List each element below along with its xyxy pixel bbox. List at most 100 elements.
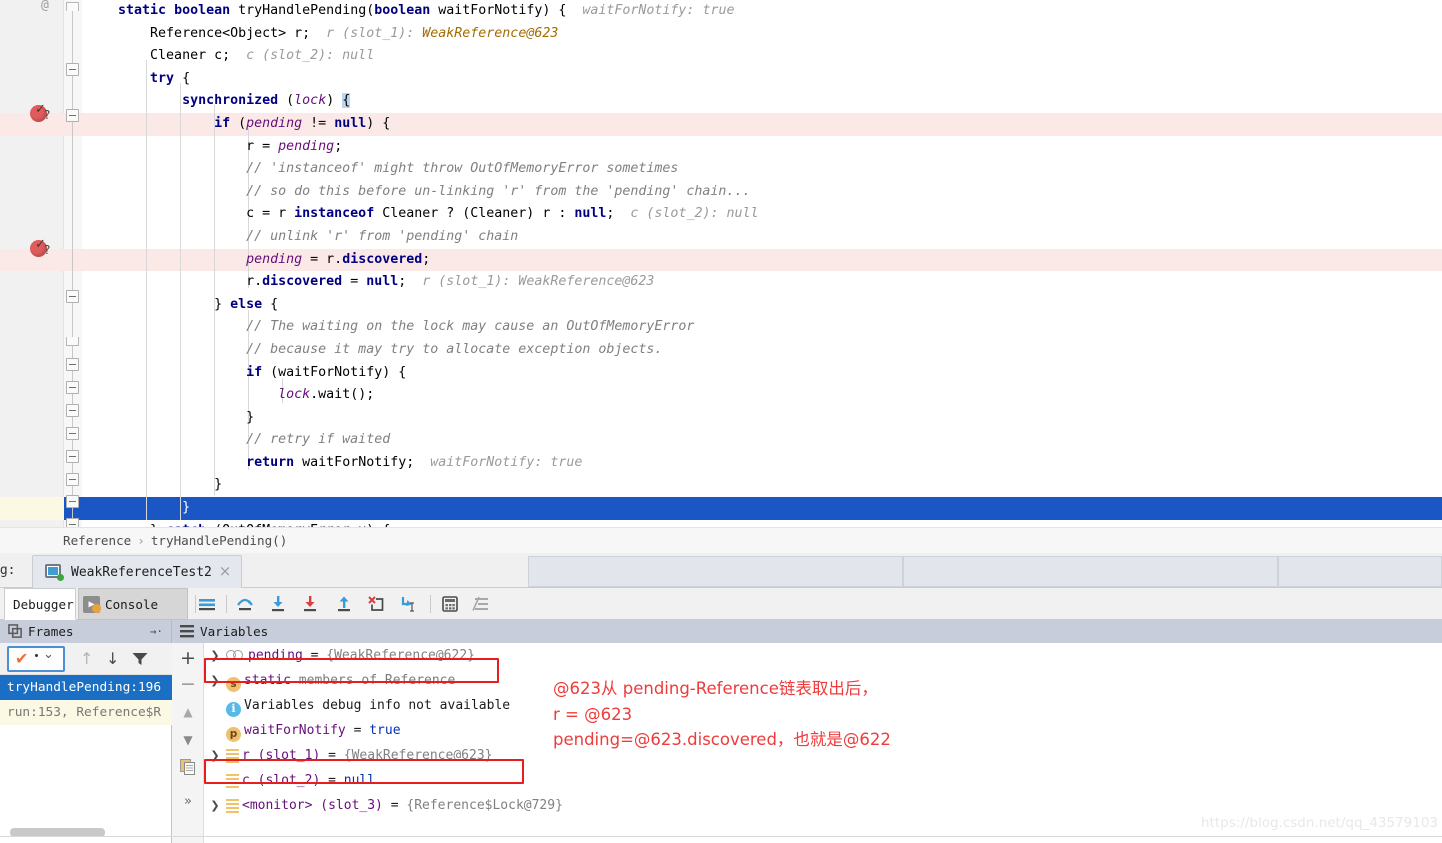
static-members-icon: s bbox=[226, 677, 241, 692]
code-line[interactable]: if (waitForNotify) { bbox=[82, 362, 759, 385]
fold-collapse-icon[interactable] bbox=[66, 450, 79, 463]
fold-collapse-icon[interactable] bbox=[66, 109, 79, 122]
execution-point-gutter bbox=[0, 497, 64, 520]
run-configuration-tab[interactable]: WeakReferenceTest2 × bbox=[32, 555, 242, 588]
code-line[interactable]: // 'instanceof' might throw OutOfMemoryE… bbox=[82, 158, 759, 181]
move-down-button[interactable]: ▼ bbox=[172, 727, 204, 753]
fold-collapse-icon[interactable] bbox=[66, 473, 79, 486]
code-line[interactable]: try { bbox=[82, 68, 759, 91]
variable-row[interactable]: ❯ pending = {WeakReference@622} bbox=[204, 643, 1442, 668]
thread-dot-icon bbox=[35, 654, 38, 657]
breadcrumb[interactable]: Reference › tryHandlePending() bbox=[0, 527, 1442, 553]
code-line[interactable]: } bbox=[82, 407, 759, 430]
breadcrumb-class[interactable]: Reference bbox=[63, 533, 131, 548]
fold-collapse-icon[interactable] bbox=[66, 381, 79, 394]
tab-console[interactable]: ▶ Console →· bbox=[78, 588, 188, 643]
frame-row[interactable]: tryHandlePending:196 bbox=[0, 675, 172, 700]
step-into-icon[interactable] bbox=[268, 594, 288, 614]
info-icon: i bbox=[226, 702, 241, 717]
code-line[interactable]: // The waiting on the lock may cause an … bbox=[82, 316, 759, 339]
filter-funnel-icon[interactable] bbox=[132, 652, 148, 666]
expand-toolbar-button[interactable]: » bbox=[172, 789, 204, 815]
variable-row[interactable]: . c (slot_2) = null bbox=[204, 768, 1442, 793]
ide-window: @ ✓? ✓? static boolean tryHandlePending(… bbox=[0, 0, 1442, 843]
console-badge-icon bbox=[92, 604, 101, 613]
fold-collapse-icon[interactable] bbox=[66, 358, 79, 371]
move-up-button[interactable]: ▲ bbox=[172, 699, 204, 725]
frame-up-arrow-icon[interactable]: ↑ bbox=[80, 649, 93, 668]
running-status-dot-icon bbox=[57, 574, 64, 581]
code-line[interactable]: pending = r.discovered; bbox=[0, 248, 1441, 272]
chevron-down-icon[interactable]: ⌄ bbox=[43, 647, 54, 662]
twisty-placeholder: . bbox=[204, 768, 226, 793]
fold-collapse-icon[interactable] bbox=[66, 63, 79, 76]
code-line[interactable]: // because it may try to allocate except… bbox=[82, 339, 759, 362]
code-line[interactable]: // retry if waited bbox=[82, 429, 759, 452]
frames-list[interactable]: tryHandlePending:196 run:153, Reference$R bbox=[0, 675, 172, 725]
fold-region-top-icon[interactable] bbox=[66, 2, 79, 11]
fold-collapse-icon[interactable] bbox=[66, 427, 79, 440]
thread-selector-combo[interactable]: ✔ ⌄ bbox=[7, 646, 65, 672]
code-line[interactable]: if (pending != null) { bbox=[0, 112, 1441, 136]
variable-name: static bbox=[244, 673, 291, 688]
remove-watch-button[interactable]: − bbox=[172, 671, 204, 697]
frames-settings-icon[interactable]: →· bbox=[150, 620, 163, 643]
debug-window-label: ug: bbox=[0, 563, 16, 578]
code-line[interactable]: } bbox=[82, 474, 759, 497]
code-line[interactable]: r = pending; bbox=[82, 136, 759, 159]
fold-region-bottom-icon[interactable] bbox=[66, 337, 79, 346]
code-editor[interactable]: @ ✓? ✓? static boolean tryHandlePending(… bbox=[0, 0, 1442, 527]
code-line[interactable]: synchronized (lock) { bbox=[82, 90, 759, 113]
show-execution-point-icon[interactable] bbox=[197, 594, 217, 614]
code-line[interactable]: lock.wait(); bbox=[82, 384, 759, 407]
code-line[interactable]: Cleaner c; c (slot_2): null bbox=[82, 45, 759, 68]
code-line[interactable]: } else { bbox=[82, 294, 759, 317]
drop-frame-icon[interactable] bbox=[366, 594, 386, 614]
fold-collapse-icon[interactable] bbox=[66, 495, 79, 508]
code-line[interactable]: // unlink 'r' from 'pending' chain bbox=[82, 226, 759, 249]
copy-icon[interactable] bbox=[180, 759, 196, 775]
frame-row[interactable]: run:153, Reference$R bbox=[0, 700, 172, 725]
close-icon[interactable]: × bbox=[217, 564, 233, 580]
frames-toolbar: ✔ ⌄ ↑ ↓ bbox=[0, 643, 172, 675]
variable-value: members of Reference bbox=[298, 673, 456, 688]
code-line[interactable]: return waitForNotify; waitForNotify: tru… bbox=[82, 452, 759, 475]
breakpoint-icon[interactable]: ✓? bbox=[30, 237, 50, 260]
fold-collapse-icon[interactable] bbox=[66, 404, 79, 417]
step-out-icon[interactable] bbox=[334, 594, 354, 614]
tab-debugger[interactable]: Debugger bbox=[4, 588, 76, 620]
breadcrumb-method[interactable]: tryHandlePending() bbox=[151, 533, 287, 548]
fold-connector bbox=[72, 11, 73, 63]
variables-pane-header: Variables bbox=[172, 620, 1442, 643]
variable-value: null bbox=[343, 773, 376, 788]
empty-tab-segment bbox=[1278, 556, 1442, 587]
code-line[interactable]: // so do this before un-linking 'r' from… bbox=[82, 181, 759, 204]
variables-side-toolbar: + − ▲ ▼ » bbox=[172, 643, 204, 843]
variable-value: {WeakReference@622} bbox=[326, 648, 475, 663]
evaluate-expression-icon[interactable] bbox=[440, 594, 460, 614]
expand-chevron-icon[interactable]: ❯ bbox=[204, 743, 226, 768]
fold-collapse-icon[interactable] bbox=[66, 518, 79, 527]
code-line[interactable]: static boolean tryHandlePending(boolean … bbox=[82, 0, 759, 23]
frame-down-arrow-icon[interactable]: ↓ bbox=[106, 649, 119, 668]
code-line[interactable]: Reference<Object> r; r (slot_1): WeakRef… bbox=[82, 23, 759, 46]
frames-pane[interactable]: ✔ ⌄ ↑ ↓ tryHandlePending:196 run:153, Ref… bbox=[0, 643, 172, 843]
fold-collapse-icon[interactable] bbox=[66, 290, 79, 303]
expand-chevron-icon[interactable]: ❯ bbox=[204, 643, 226, 668]
mute-breakpoints-icon[interactable] bbox=[471, 594, 491, 614]
force-step-into-icon[interactable] bbox=[300, 594, 320, 614]
variable-name: Variables debug info not available bbox=[244, 698, 511, 713]
step-over-icon[interactable] bbox=[235, 594, 255, 614]
run-to-cursor-icon[interactable] bbox=[398, 594, 418, 614]
empty-tab-segment bbox=[528, 556, 903, 587]
watermark: https://blog.csdn.net/qq_43579103 bbox=[1200, 815, 1438, 831]
code-line[interactable]: } bbox=[0, 497, 1441, 520]
expand-chevron-icon[interactable]: ❯ bbox=[204, 668, 226, 693]
expand-chevron-icon[interactable]: ❯ bbox=[204, 793, 226, 818]
code-line[interactable]: } catch (OutOfMemoryError x) { bbox=[82, 520, 759, 527]
breakpoint-icon[interactable]: ✓? bbox=[30, 102, 50, 125]
code-line[interactable]: r.discovered = null; r (slot_1): WeakRef… bbox=[82, 271, 759, 294]
variable-equals: = bbox=[320, 748, 344, 763]
add-watch-button[interactable]: + bbox=[172, 645, 204, 671]
code-line[interactable]: c = r instanceof Cleaner ? (Cleaner) r :… bbox=[82, 203, 758, 226]
